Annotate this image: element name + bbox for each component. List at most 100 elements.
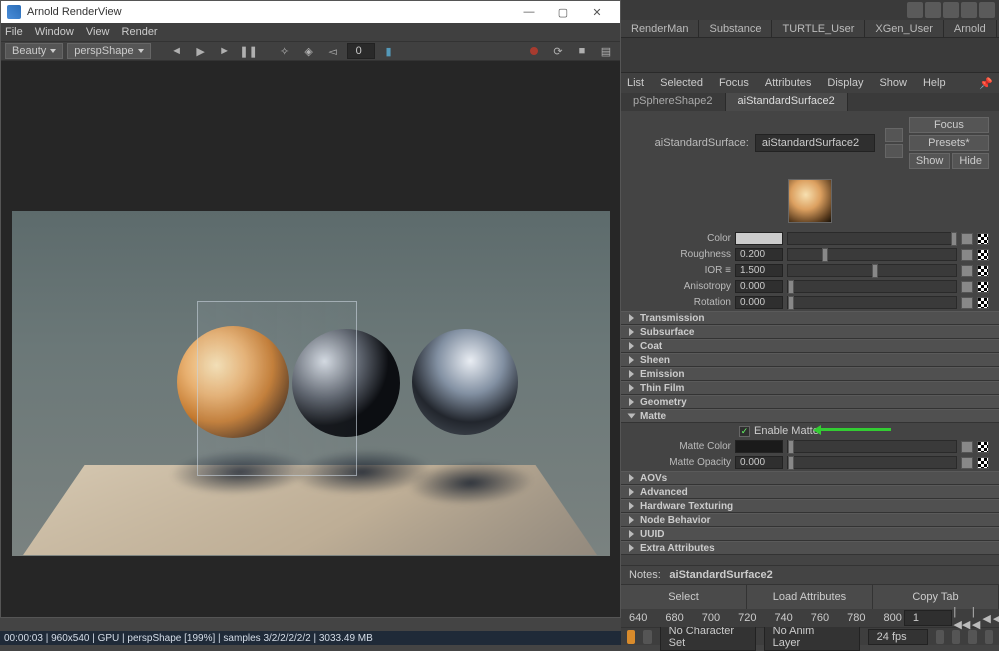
section-thinfilm[interactable]: Thin Film: [621, 381, 999, 395]
section-matte[interactable]: Matte: [621, 409, 999, 423]
step-back-icon[interactable]: ◀: [982, 611, 990, 625]
ae-menu-help[interactable]: Help: [923, 77, 946, 89]
fps-select[interactable]: 24 fps: [868, 629, 928, 645]
sync-icon[interactable]: [936, 630, 944, 644]
texture-button[interactable]: [977, 233, 989, 245]
close-button[interactable]: ✕: [580, 2, 614, 22]
enable-matte-checkbox[interactable]: ✓: [739, 426, 750, 437]
prev-frame-icon[interactable]: ◄: [167, 43, 187, 59]
step-back-key-icon[interactable]: |◀: [972, 611, 980, 625]
section-subsurface[interactable]: Subsurface: [621, 325, 999, 339]
current-frame-field[interactable]: 1: [904, 610, 952, 626]
map-button[interactable]: [961, 265, 973, 277]
section-coat[interactable]: Coat: [621, 339, 999, 353]
keyframe-icon[interactable]: [643, 630, 651, 644]
camera-select[interactable]: perspShape: [67, 43, 150, 59]
crosshair-icon[interactable]: ✧: [275, 43, 295, 59]
show-button[interactable]: Show: [909, 153, 951, 169]
prefs-icon[interactable]: [985, 630, 993, 644]
map-button[interactable]: [961, 297, 973, 309]
map-button[interactable]: [961, 281, 973, 293]
section-aovs[interactable]: AOVs: [621, 471, 999, 485]
map-button[interactable]: [961, 233, 973, 245]
next-frame-icon[interactable]: ►: [215, 43, 235, 59]
presets-button[interactable]: Presets*: [909, 135, 989, 151]
texture-button[interactable]: [977, 265, 989, 277]
map-button[interactable]: [961, 441, 973, 453]
select-button[interactable]: Select: [621, 585, 747, 609]
frame-input[interactable]: 0: [347, 43, 375, 59]
shelf-tab-turtle[interactable]: TURTLE_User: [772, 20, 865, 37]
go-start-icon[interactable]: |◀◀: [954, 611, 970, 625]
step-back-icon[interactable]: ◅: [323, 43, 343, 59]
shelf-icon[interactable]: [925, 2, 941, 18]
pin-icon[interactable]: 📌: [979, 77, 993, 90]
goto-input-icon[interactable]: [885, 128, 903, 142]
ae-menu-selected[interactable]: Selected: [660, 77, 703, 89]
texture-button[interactable]: [977, 441, 989, 453]
section-sheen[interactable]: Sheen: [621, 353, 999, 367]
tab-surface[interactable]: aiStandardSurface2: [726, 93, 848, 111]
shelf-icon[interactable]: [943, 2, 959, 18]
goto-output-icon[interactable]: [885, 144, 903, 158]
shelf-tab-renderman[interactable]: RenderMan: [621, 20, 699, 37]
shelf-icon[interactable]: [907, 2, 923, 18]
play-back-icon[interactable]: ◀: [993, 611, 999, 625]
menu-file[interactable]: File: [5, 26, 23, 38]
section-uuid[interactable]: UUID: [621, 527, 999, 541]
color-slider[interactable]: [787, 232, 957, 245]
snapshot-icon[interactable]: ◈: [299, 43, 319, 59]
anisotropy-slider[interactable]: [787, 280, 957, 293]
focus-button[interactable]: Focus: [909, 117, 989, 133]
menu-window[interactable]: Window: [35, 26, 74, 38]
load-attributes-button[interactable]: Load Attributes: [747, 585, 873, 609]
menu-render[interactable]: Render: [122, 26, 158, 38]
ior-slider[interactable]: [787, 264, 957, 277]
roughness-field[interactable]: 0.200: [735, 248, 783, 261]
anisotropy-field[interactable]: 0.000: [735, 280, 783, 293]
matte-color-slider[interactable]: [787, 440, 957, 453]
shelf-icon[interactable]: [961, 2, 977, 18]
section-advanced[interactable]: Advanced: [621, 485, 999, 499]
autokey-icon[interactable]: [627, 630, 635, 644]
section-extra[interactable]: Extra Attributes: [621, 541, 999, 555]
roughness-slider[interactable]: [787, 248, 957, 261]
render-viewport[interactable]: [1, 61, 620, 617]
material-swatch[interactable]: [788, 179, 832, 223]
ae-menu-attributes[interactable]: Attributes: [765, 77, 811, 89]
section-emission[interactable]: Emission: [621, 367, 999, 381]
ae-menu-show[interactable]: Show: [879, 77, 907, 89]
shelf-tab-substance[interactable]: Substance: [699, 20, 772, 37]
stop-icon[interactable]: ■: [572, 43, 592, 59]
node-name-field[interactable]: aiStandardSurface2: [755, 134, 875, 152]
matte-opacity-field[interactable]: 0.000: [735, 456, 783, 469]
aov-select[interactable]: Beauty: [5, 43, 63, 59]
section-hwtex[interactable]: Hardware Texturing: [621, 499, 999, 513]
refresh-icon[interactable]: ⟳: [548, 43, 568, 59]
record-icon[interactable]: [524, 43, 544, 59]
map-button[interactable]: [961, 457, 973, 469]
shelf-icon[interactable]: [979, 2, 995, 18]
shelf-tab-xgen[interactable]: XGen_User: [865, 20, 943, 37]
texture-button[interactable]: [977, 457, 989, 469]
rotation-slider[interactable]: [787, 296, 957, 309]
settings-icon[interactable]: ▤: [596, 43, 616, 59]
ior-field[interactable]: 1.500: [735, 264, 783, 277]
shelf-tab-arnold[interactable]: Arnold: [944, 20, 997, 37]
time-slider[interactable]: 640 680 700 720 740 760 780 800 1 |◀◀ |◀…: [621, 609, 999, 627]
ae-menu-display[interactable]: Display: [827, 77, 863, 89]
texture-button[interactable]: [977, 281, 989, 293]
map-button[interactable]: [961, 249, 973, 261]
play-icon[interactable]: ▶: [191, 43, 211, 59]
section-transmission[interactable]: Transmission: [621, 311, 999, 325]
ae-menu-focus[interactable]: Focus: [719, 77, 749, 89]
color-swatch[interactable]: [735, 232, 783, 245]
pause-icon[interactable]: ❚❚: [239, 43, 259, 59]
matte-opacity-slider[interactable]: [787, 456, 957, 469]
ae-menu-list[interactable]: List: [627, 77, 644, 89]
section-geometry[interactable]: Geometry: [621, 395, 999, 409]
texture-button[interactable]: [977, 297, 989, 309]
section-nodebeh[interactable]: Node Behavior: [621, 513, 999, 527]
matte-color-swatch[interactable]: [735, 440, 783, 453]
tab-shape[interactable]: pSphereShape2: [621, 93, 726, 111]
